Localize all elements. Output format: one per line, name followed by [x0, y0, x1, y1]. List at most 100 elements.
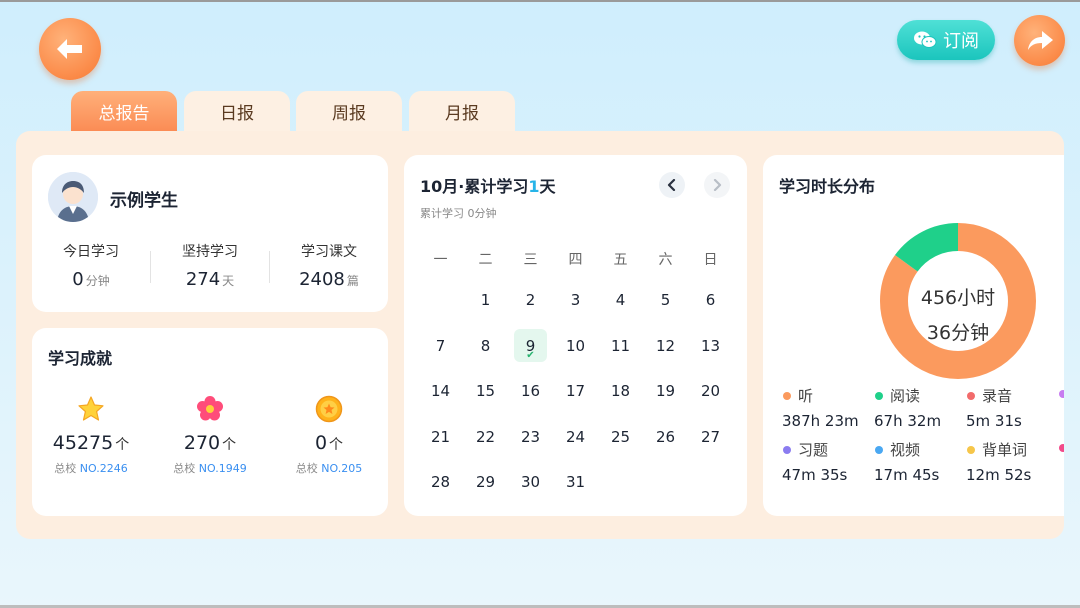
- rank-number: NO.1949: [198, 462, 247, 475]
- legend-color-dot: [967, 445, 975, 454]
- rank-prefix: 总校: [173, 462, 196, 475]
- stat-label: 今日学习: [63, 244, 119, 260]
- student-avatar-icon: [48, 172, 98, 222]
- calendar-day[interactable]: 18: [598, 370, 643, 416]
- achievements-card: 学习成就 45275个 总校 NO.2246 270个 总校 NO.1949: [32, 328, 388, 516]
- calendar-day[interactable]: 30: [508, 461, 553, 507]
- legend-text: 习题: [798, 441, 829, 459]
- distribution-title: 学习时长分布: [779, 177, 876, 196]
- weekday-label: 六: [658, 252, 673, 268]
- stat-number: 0: [72, 269, 84, 290]
- achievement-stars: 45275 个 总校 NO.2246: [32, 394, 150, 476]
- back-button[interactable]: [39, 18, 101, 80]
- calendar-day[interactable]: 25: [598, 416, 643, 462]
- calendar-day[interactable]: 21: [418, 416, 463, 462]
- subscribe-button[interactable]: 订阅: [897, 20, 995, 60]
- legend-value: 67h 32m: [874, 412, 942, 430]
- legend-value: 17m 45s: [874, 466, 940, 484]
- share-button[interactable]: [1014, 15, 1065, 66]
- calendar-day[interactable]: 20: [688, 370, 733, 416]
- legend-value: 387h 23m: [782, 412, 859, 430]
- calendar-day[interactable]: 15: [463, 370, 508, 416]
- calendar-day[interactable]: 3: [553, 279, 598, 325]
- flower-icon: [197, 396, 223, 421]
- legend-item: 听 387h 23m: [782, 385, 859, 430]
- calendar-day[interactable]: 12: [643, 325, 688, 371]
- calendar-day[interactable]: 29: [463, 461, 508, 507]
- total-hours: 456小时: [920, 287, 996, 309]
- achievement-medals: 0个 总校 NO.205: [270, 394, 388, 476]
- calendar-day[interactable]: 5: [643, 279, 688, 325]
- calendar-day[interactable]: 31: [553, 461, 598, 507]
- tab-monthly-report[interactable]: 月报: [409, 91, 515, 131]
- calendar-day[interactable]: 16: [508, 370, 553, 416]
- stat-value: 0 分钟: [32, 269, 150, 290]
- legend-value: 47m 35s: [782, 466, 848, 484]
- tab-weekly-report[interactable]: 周报: [296, 91, 402, 131]
- calendar-day[interactable]: 8: [463, 325, 508, 371]
- calendar-day[interactable]: 27: [688, 416, 733, 462]
- stat-value: 2408 篇: [270, 269, 388, 290]
- ach-unit: 个: [329, 437, 344, 453]
- weekday-label: 五: [613, 252, 628, 268]
- next-month-button[interactable]: [704, 172, 730, 198]
- stat-streak: 坚持学习 274 天: [151, 241, 269, 290]
- arrow-left-icon: [57, 39, 82, 59]
- legend-text: 视频: [890, 441, 921, 459]
- legend-item: 录音 5m 31s: [966, 385, 1022, 430]
- weekday-label: 三: [523, 252, 538, 268]
- calendar-week-row: 14 15 16 17 18 19 20: [418, 370, 733, 416]
- calendar-day[interactable]: 22: [463, 416, 508, 462]
- calendar-title-suffix: 天: [539, 177, 556, 196]
- tab-daily-report[interactable]: 日报: [184, 91, 290, 131]
- calendar-day[interactable]: 1: [463, 279, 508, 325]
- calendar-day[interactable]: 13: [688, 325, 733, 371]
- legend-label: 听: [783, 385, 859, 406]
- wechat-icon: [914, 31, 937, 48]
- legend-color-dot: [1059, 444, 1064, 452]
- calendar-day[interactable]: 14: [418, 370, 463, 416]
- calendar-day[interactable]: 4: [598, 279, 643, 325]
- ach-unit: 个: [222, 437, 237, 453]
- legend-text: 录音: [982, 387, 1013, 405]
- weekday-label: 四: [568, 252, 583, 268]
- checkmark-icon: ✔: [526, 349, 535, 361]
- top-border: [0, 0, 1080, 2]
- share-arrow-icon: [1027, 30, 1053, 50]
- stat-lessons: 学习课文 2408 篇: [270, 241, 388, 290]
- ach-unit: 个: [115, 437, 130, 453]
- rank-number: NO.205: [321, 462, 363, 475]
- stat-unit: 天: [222, 274, 235, 288]
- calendar-day[interactable]: 26: [643, 416, 688, 462]
- ach-value: 270 个: [151, 432, 269, 454]
- calendar-day[interactable]: 19: [643, 370, 688, 416]
- legend-item: 视频 17m 45s: [874, 439, 940, 484]
- calendar-day[interactable]: 10: [553, 325, 598, 371]
- calendar-day-checked[interactable]: 9 ✔: [508, 325, 553, 371]
- stat-today-study: 今日学习 0 分钟: [32, 241, 150, 290]
- legend-label: 背单词: [967, 439, 1031, 460]
- total-minutes: 36分钟: [926, 322, 990, 344]
- calendar-day[interactable]: 2: [508, 279, 553, 325]
- chevron-left-icon: [667, 179, 676, 191]
- calendar-day[interactable]: 6: [688, 279, 733, 325]
- profile-card: 示例学生 今日学习 0 分钟 坚持学习 274 天 学习课文 2408 篇: [32, 155, 388, 312]
- study-time-distribution-card: 学习时长分布 456小时 36分钟 听 387h 23m 阅读 67h 32m 录音 5m…: [763, 155, 1064, 516]
- calendar-week-row: 28 29 30 31: [418, 461, 733, 507]
- achievement-flowers: 270 个 总校 NO.1949: [151, 394, 269, 476]
- legend-color-dot: [1059, 390, 1064, 398]
- calendar-empty-cell: [418, 279, 463, 325]
- ach-rank: 总校 NO.205: [270, 460, 388, 476]
- legend-label: 习题: [783, 439, 847, 460]
- calendar-day[interactable]: 7: [418, 325, 463, 371]
- ach-number: 45275: [52, 432, 114, 454]
- calendar-day[interactable]: 24: [553, 416, 598, 462]
- calendar-day[interactable]: 23: [508, 416, 553, 462]
- legend-value: 12m 52s: [966, 466, 1032, 484]
- calendar-day[interactable]: 28: [418, 461, 463, 507]
- star-icon: [78, 396, 104, 421]
- previous-month-button[interactable]: [659, 172, 685, 198]
- tab-overall-report[interactable]: 总报告: [71, 91, 177, 131]
- calendar-day[interactable]: 17: [553, 370, 598, 416]
- calendar-day[interactable]: 11: [598, 325, 643, 371]
